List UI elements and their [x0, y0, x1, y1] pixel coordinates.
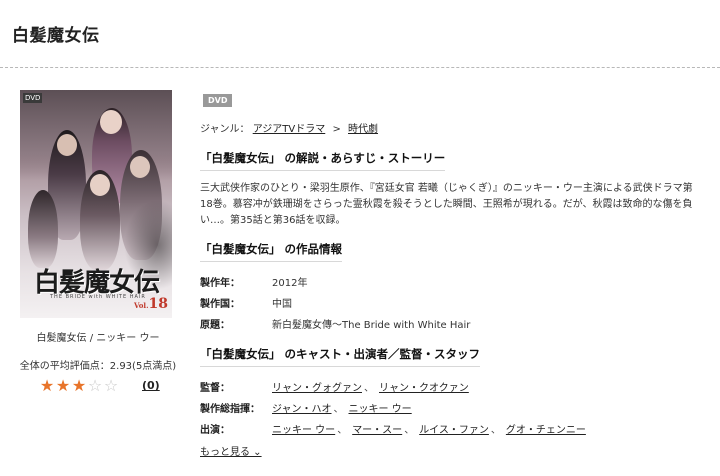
cover-logo-subtitle: THE BRIDE with WHITE HAIR — [50, 294, 146, 300]
star-filled-icon: ★ — [39, 376, 55, 395]
person-link[interactable]: ジャン・ハオ — [272, 404, 332, 415]
cover-figure-face — [90, 174, 110, 196]
cover-volume: Vol.18 — [134, 296, 168, 312]
cast-names: リャン・グォグァン、リャン・クオクァン — [272, 379, 469, 394]
info-key: 原題： — [200, 320, 230, 331]
cover-dvd-tag: DVD — [23, 93, 43, 103]
person-link[interactable]: リャン・グォグァン — [272, 383, 362, 394]
person-link[interactable]: マー・スー — [352, 425, 402, 436]
format-badge: DVD — [203, 94, 233, 107]
cast-key: 出演： — [200, 425, 230, 436]
cover-volume-number: 18 — [148, 296, 168, 312]
cast-key: 監督： — [200, 383, 230, 394]
cast-names: ニッキー ウー、マー・スー、ルイス・ファン、グオ・チェンニー — [272, 421, 586, 436]
cover-figure-face — [130, 156, 150, 178]
star-empty-icon: ☆ — [103, 376, 119, 395]
star-empty-icon: ☆ — [87, 376, 103, 395]
page-title: 白髪魔女伝 — [12, 26, 100, 46]
cast-heading: 「白髪魔女伝」 のキャスト・出演者／監督・スタッフ — [200, 346, 481, 367]
name-separator: 、 — [490, 425, 501, 436]
info-key: 製作年： — [200, 278, 240, 289]
cast-names: ジャン・ハオ、ニッキー ウー — [272, 400, 412, 415]
name-separator: 、 — [337, 425, 348, 436]
show-more-link[interactable]: もっと見る ⌄ — [200, 443, 262, 458]
genre-breadcrumb: ジャンル： アジアTVドラマ > 時代劇 — [200, 120, 378, 135]
synopsis-heading: 「白髪魔女伝」 の解説・あらすじ・ストーリー — [200, 150, 446, 171]
review-count-link[interactable]: (0) — [142, 379, 160, 392]
star-rating: ★ ★ ★ ☆ ☆ — [39, 377, 119, 395]
average-rating-label: 全体の平均評価点：2.93(5点満点) — [19, 361, 177, 372]
header-divider — [0, 67, 720, 68]
info-key: 製作国： — [200, 299, 240, 310]
genre-link-period-drama[interactable]: 時代劇 — [348, 124, 378, 135]
genre-label: ジャンル： — [200, 124, 250, 135]
info-heading: 「白髪魔女伝」 の作品情報 — [200, 241, 343, 262]
person-link[interactable]: リャン・クオクァン — [379, 383, 469, 394]
star-filled-icon: ★ — [55, 376, 71, 395]
genre-link-asian-tv-drama[interactable]: アジアTVドラマ — [253, 124, 326, 135]
cover-volume-prefix: Vol. — [133, 301, 149, 310]
cover-image[interactable]: DVD 白髪魔女伝 THE BRIDE with WHITE HAIR Vol.… — [20, 90, 172, 318]
breadcrumb-separator: > — [332, 124, 341, 135]
cover-figure-face — [57, 134, 77, 156]
info-value: 中国 — [272, 299, 292, 310]
person-link[interactable]: ニッキー ウー — [349, 404, 412, 415]
page-header: 白髪魔女伝 — [0, 0, 720, 68]
name-separator: 、 — [364, 383, 374, 394]
star-filled-icon: ★ — [71, 376, 87, 395]
cover-figure-face — [100, 110, 122, 134]
info-value: 新白髮魔女傳～The Bride with White Hair — [272, 320, 471, 331]
cover-caption: 白髪魔女伝 / ニッキー ウー — [36, 333, 160, 344]
cast-key: 製作総指揮： — [200, 404, 260, 415]
person-link[interactable]: ルイス・ファン — [419, 425, 489, 436]
name-separator: 、 — [404, 425, 415, 436]
info-value: 2012年 — [272, 278, 308, 289]
cover-figure — [28, 190, 58, 268]
name-separator: 、 — [333, 404, 344, 415]
synopsis-text: 三大武侠作家のひとり・梁羽生原作、『宮廷女官 若曦（じゃくぎ）』のニッキー・ウー… — [200, 183, 693, 226]
person-link[interactable]: ニッキー ウー — [272, 425, 335, 436]
person-link[interactable]: グオ・チェンニー — [506, 425, 586, 436]
